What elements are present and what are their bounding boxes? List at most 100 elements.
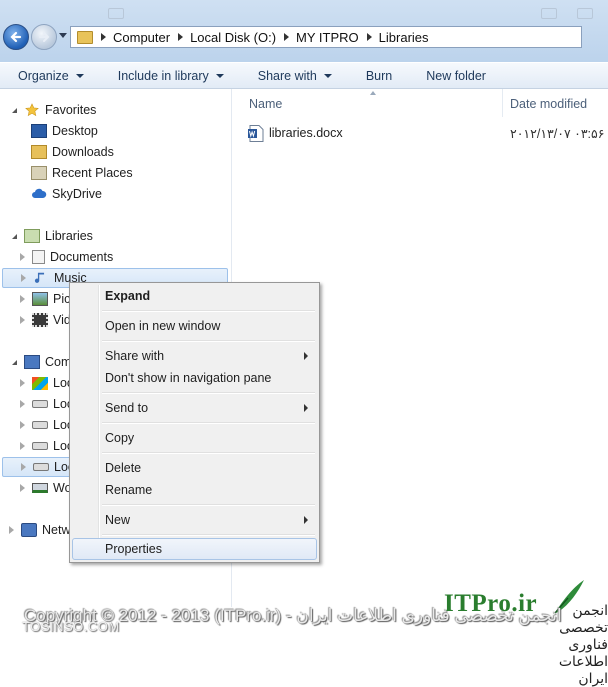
share-label: Share with [257,68,317,83]
expand-arrow-icon[interactable] [20,295,25,303]
nav-downloads[interactable]: Downloads [31,142,114,162]
menu-separator [102,504,315,506]
expand-arrow-icon[interactable] [20,484,25,492]
file-name: libraries.docx [269,126,343,140]
new-folder-button[interactable]: New folder [408,69,502,83]
menu-dont-show[interactable]: Don't show in navigation pane [72,367,317,389]
organize-button[interactable]: Organize [0,69,100,83]
nav-favorites[interactable]: Favorites [9,100,96,120]
collapse-arrow-icon[interactable] [9,107,17,113]
expand-arrow-icon[interactable] [20,316,25,324]
menu-share-label: Share with [105,349,165,363]
menu-send-to-label: Send to [105,401,149,415]
collapse-arrow-icon[interactable] [9,233,17,239]
command-bar: Organize Include in library Share with B… [0,62,608,89]
menu-new[interactable]: New [72,509,317,531]
column-divider[interactable] [502,89,503,117]
nav-documents[interactable]: Documents [20,247,113,267]
new-folder-label: New folder [426,68,486,83]
menu-share-with[interactable]: Share with [72,345,317,367]
documents-icon [32,250,45,264]
nav-pictures[interactable]: Pict [20,289,74,309]
nav-skydrive[interactable]: SkyDrive [31,184,102,204]
back-button[interactable] [3,24,29,50]
menu-delete[interactable]: Delete [72,457,317,479]
music-note-icon [34,272,45,283]
context-menu: Expand Open in new window Share with Don… [69,282,320,563]
nav-local-disk-3[interactable]: Loc [20,415,73,435]
crumb-my-itpro[interactable]: MY ITPRO [296,30,359,45]
expand-arrow-icon[interactable] [20,379,25,387]
nav-recent-places[interactable]: Recent Places [31,163,133,183]
menu-open-new-window[interactable]: Open in new window [72,315,317,337]
nav-libraries[interactable]: Libraries [9,226,93,246]
include-in-library-button[interactable]: Include in library [100,69,240,83]
file-row[interactable]: libraries.docx ۲۰۱۲/۱۳/۰۷ ۰۳:۵۶ .. [248,123,608,143]
menu-dont-show-label: Don't show in navigation pane [105,371,272,385]
expand-arrow-icon[interactable] [20,442,25,450]
tosinso-watermark: TOSINSO.COM [22,619,120,634]
nav-desktop[interactable]: Desktop [31,121,98,141]
pictures-icon [32,292,48,306]
menu-properties-label: Properties [105,542,162,556]
breadcrumb-separator-icon[interactable] [178,33,184,41]
expand-arrow-icon[interactable] [9,526,14,534]
folder-icon [77,30,93,44]
nav-downloads-label: Downloads [52,145,114,159]
nav-computer[interactable]: Comp [9,352,78,372]
nav-network[interactable]: Netw [9,520,70,540]
crumb-libraries[interactable]: Libraries [379,30,429,45]
crumb-computer[interactable]: Computer [113,30,170,45]
chevron-down-icon [75,73,84,78]
menu-separator [102,422,315,424]
address-breadcrumb[interactable]: Computer Local Disk (O:) MY ITPRO Librar… [70,26,582,48]
nav-network-label: Netw [42,523,71,537]
collapse-arrow-icon[interactable] [9,359,17,365]
close-icon[interactable] [577,8,593,19]
nav-videos[interactable]: Vid [20,310,71,330]
word-document-icon [248,124,264,142]
menu-expand[interactable]: Expand [72,285,317,307]
nav-local-disk-2[interactable]: Loc [20,394,73,414]
nav-network-drive[interactable]: Wo [20,478,72,498]
back-arrow-icon [10,31,22,43]
menu-properties[interactable]: Properties [72,538,317,560]
forward-arrow-icon [39,32,50,42]
expand-arrow-icon[interactable] [20,421,25,429]
breadcrumb-separator-icon[interactable] [284,33,290,41]
hard-drive-icon [32,442,48,450]
breadcrumb-separator-icon[interactable] [366,33,372,41]
expand-arrow-icon[interactable] [21,463,26,471]
nav-local-disk-1[interactable]: Loc [20,373,73,393]
burn-label: Burn [365,68,393,83]
breadcrumb-separator-icon[interactable] [101,33,106,41]
file-date-modified: ۲۰۱۲/۱۳/۰۷ ۰۳:۵۶ .. [510,127,608,141]
expand-arrow-icon[interactable] [21,274,26,282]
column-name[interactable]: Name [249,97,282,111]
expand-arrow-icon[interactable] [20,253,25,261]
crumb-local-disk[interactable]: Local Disk (O:) [190,30,276,45]
menu-copy[interactable]: Copy [72,427,317,449]
network-drive-icon [32,483,48,493]
menu-rename-label: Rename [105,483,153,497]
menu-copy-label: Copy [105,431,135,445]
minimize-icon[interactable] [541,8,557,19]
menu-rename[interactable]: Rename [72,479,317,501]
forward-button[interactable] [31,24,57,50]
submenu-arrow-icon [304,516,308,524]
nav-skydrive-label: SkyDrive [52,187,103,201]
computer-icon [24,355,40,369]
menu-send-to[interactable]: Send to [72,397,317,419]
star-icon [25,103,39,117]
nav-desktop-label: Desktop [52,124,98,138]
windows-drive-icon [32,376,48,390]
burn-button[interactable]: Burn [348,69,408,83]
cloud-icon [32,188,47,198]
column-date-modified[interactable]: Date modified [510,97,587,111]
expand-arrow-icon[interactable] [20,400,25,408]
nav-local-disk-4[interactable]: Loc [20,436,73,456]
share-with-button[interactable]: Share with [240,69,348,83]
chevron-down-icon [215,73,224,78]
network-icon [21,523,37,537]
recent-pages-dropdown-icon[interactable] [59,33,67,38]
